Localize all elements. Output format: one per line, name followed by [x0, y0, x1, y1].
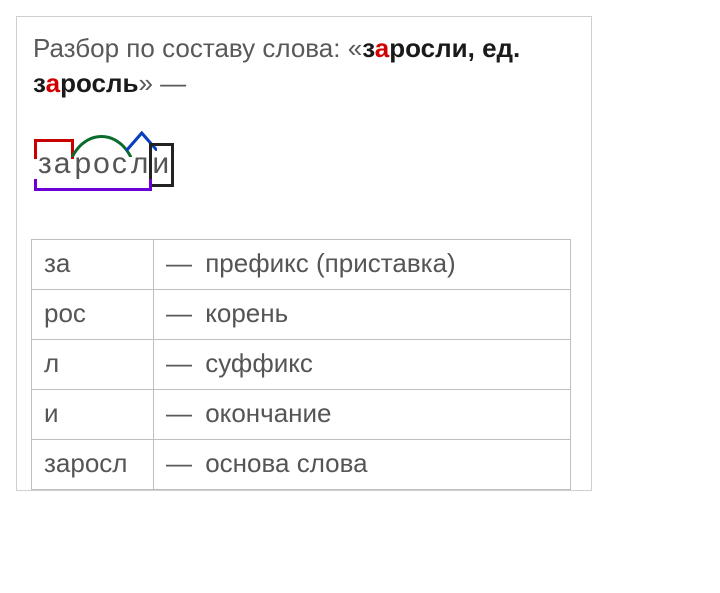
dash-icon: —	[166, 298, 198, 329]
table-row: л— суффикс	[32, 340, 571, 390]
title-word1-p1: з	[362, 33, 375, 63]
suffix-text: л	[130, 147, 152, 180]
title-line: Разбор по составу слова: «заросли, ед. з…	[33, 31, 575, 101]
table-row: за— префикс (приставка)	[32, 240, 571, 290]
morpheme-cell: рос	[32, 290, 154, 340]
description-text: суффикс	[198, 348, 313, 378]
description-cell: — окончание	[154, 390, 571, 440]
base-bracket-icon	[34, 179, 152, 191]
title-lead: Разбор по составу слова: «	[33, 33, 362, 63]
table-row: и— окончание	[32, 390, 571, 440]
prefix-text: за	[37, 147, 73, 180]
morpheme-cell: и	[32, 390, 154, 440]
dash-icon: —	[166, 398, 198, 429]
morpheme-diagram: за рос л и	[37, 127, 575, 199]
morpheme-cell: за	[32, 240, 154, 290]
description-cell: — корень	[154, 290, 571, 340]
title-close: »	[138, 68, 160, 98]
table-row: заросл— основа слова	[32, 440, 571, 490]
table-row: рос— корень	[32, 290, 571, 340]
root-text: рос	[73, 147, 129, 180]
title-word2-p1: з	[33, 68, 46, 98]
segment-prefix: за	[37, 147, 73, 181]
morpheme-table: за— префикс (приставка)рос— кореньл— суф…	[31, 239, 571, 490]
morpheme-word: за рос л и	[37, 127, 575, 181]
title-sep: , ед.	[468, 33, 521, 63]
dash-icon: —	[166, 448, 198, 479]
segment-ending: и	[151, 147, 172, 181]
page: Разбор по составу слова: «заросли, ед. з…	[0, 0, 720, 491]
morpheme-cell: заросл	[32, 440, 154, 490]
title-dash: —	[160, 68, 186, 98]
description-cell: — основа слова	[154, 440, 571, 490]
title-word2-hl: а	[46, 68, 60, 98]
title-word2-rest: росль	[60, 68, 138, 98]
title-word1-rest: росли	[389, 33, 467, 63]
segment-root: рос	[73, 147, 129, 181]
description-cell: — суффикс	[154, 340, 571, 390]
ending-text: и	[151, 147, 172, 180]
segment-suffix: л	[130, 147, 152, 181]
description-text: префикс (приставка)	[198, 248, 456, 278]
dash-icon: —	[166, 348, 198, 379]
morpheme-cell: л	[32, 340, 154, 390]
dash-icon: —	[166, 248, 198, 279]
description-cell: — префикс (приставка)	[154, 240, 571, 290]
content-card: Разбор по составу слова: «заросли, ед. з…	[16, 16, 592, 491]
description-text: окончание	[198, 398, 332, 428]
description-text: основа слова	[198, 448, 368, 478]
description-text: корень	[198, 298, 288, 328]
title-word1-hl: а	[375, 33, 389, 63]
